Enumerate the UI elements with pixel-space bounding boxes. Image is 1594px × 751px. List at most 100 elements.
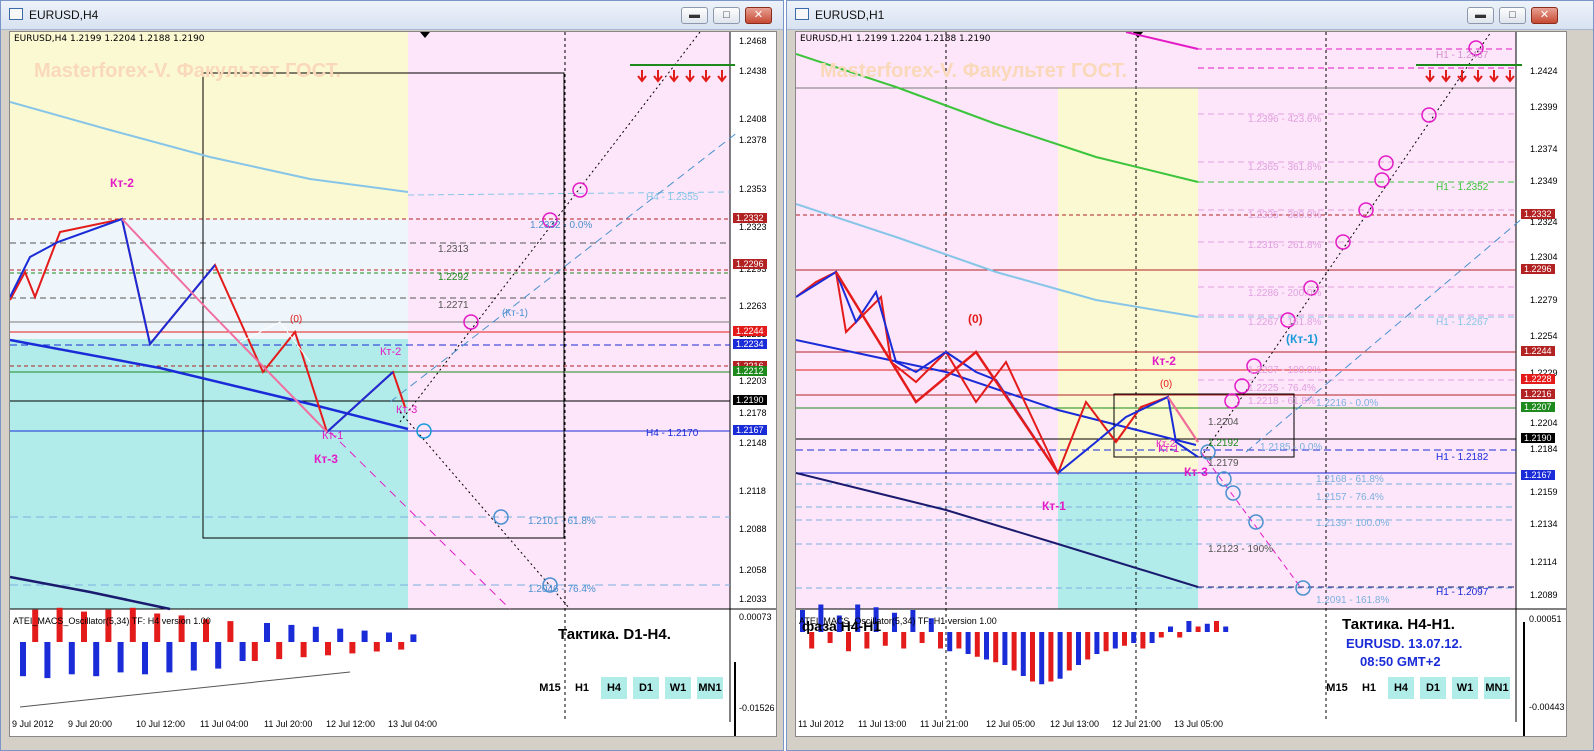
price-tick-label: 1.2178 bbox=[739, 408, 767, 418]
histogram-bar bbox=[1149, 632, 1155, 643]
chart-annotation: 1.2313 bbox=[438, 244, 469, 255]
histogram-bar bbox=[956, 632, 962, 649]
indicator-tick-label: 0.00073 bbox=[739, 612, 772, 622]
histogram-bar bbox=[1158, 632, 1164, 638]
chart-annotation: 1.2332 - 0.0% bbox=[530, 220, 593, 231]
price-level-badge: 1.2212 bbox=[733, 366, 767, 376]
minimize-button[interactable]: ▬ bbox=[681, 7, 708, 24]
price-tick-label: 1.2114 bbox=[1530, 557, 1557, 567]
time-tick-label: 11 Jul 04:00 bbox=[200, 719, 249, 729]
wave-label: Кт-1 bbox=[1158, 443, 1180, 455]
price-level-badge: 1.2216 bbox=[1521, 389, 1555, 399]
histogram-bar bbox=[1177, 632, 1183, 638]
fib-level-label: (Кт-1) bbox=[1286, 332, 1318, 346]
price-level-badge: 1.2190 bbox=[1521, 433, 1555, 443]
right-chart-window: EURUSD,H1 ▬ □ ✕ EURUSD,H1 1.2199 1.2204 … bbox=[786, 0, 1594, 751]
time-tick-label: 13 Jul 04:00 bbox=[388, 719, 438, 729]
minimize-button[interactable]: ▬ bbox=[1467, 7, 1494, 24]
price-level-badge: 1.2167 bbox=[733, 425, 767, 435]
fib-level-label: 1.2396 - 423.6% bbox=[1248, 114, 1322, 125]
close-button[interactable]: ✕ bbox=[745, 7, 772, 24]
price-tick-label: 1.2088 bbox=[739, 524, 767, 534]
close-button[interactable]: ✕ bbox=[1531, 7, 1558, 24]
fib-level-label: 1.2365 - 361.8% bbox=[1248, 162, 1322, 173]
histogram-bar bbox=[410, 634, 417, 642]
wave-label: Кт-1 bbox=[1042, 499, 1066, 513]
right-symbol-info: EURUSD,H1 1.2199 1.2204 1.2188 1.2190 bbox=[800, 34, 991, 44]
histogram-bar bbox=[974, 632, 980, 657]
histogram-bar bbox=[386, 632, 392, 642]
histogram-bar bbox=[1122, 632, 1127, 646]
histogram-bar bbox=[1168, 626, 1173, 632]
histogram-bar bbox=[1131, 632, 1137, 643]
price-tick-label: 1.2279 bbox=[1530, 295, 1558, 305]
timeframe-button-h4[interactable]: H4 bbox=[601, 677, 627, 699]
histogram-bar bbox=[166, 642, 173, 673]
fib-level-label: 1.2218 - 61.8% bbox=[1248, 396, 1316, 407]
right-window-title: EURUSD,H1 bbox=[815, 8, 885, 22]
timeframe-button-h4[interactable]: H4 bbox=[1388, 677, 1414, 699]
right-watermark: Masterforex-V. Факультет ГОСТ. bbox=[820, 60, 1128, 82]
maximize-button[interactable]: □ bbox=[1499, 7, 1526, 24]
histogram-bar bbox=[1186, 621, 1192, 632]
left-window-title: EURUSD,H4 bbox=[29, 8, 99, 22]
histogram-bar bbox=[809, 632, 815, 649]
fib-level-label: 1.2123 - 190% bbox=[1208, 544, 1274, 555]
right-titlebar[interactable]: EURUSD,H1 ▬ □ ✕ bbox=[787, 1, 1593, 30]
timeframe-button-m15[interactable]: M15 bbox=[537, 677, 563, 699]
histogram-bar bbox=[398, 642, 405, 650]
fib-level-label: 1.2139 - 100.0% bbox=[1316, 518, 1390, 529]
wave-label: Кт-2 bbox=[1152, 354, 1176, 368]
fib-level-label: 1.2185 - 0.0% bbox=[1260, 442, 1323, 453]
chart-annotation: H4 - 1.2355 bbox=[646, 192, 699, 203]
price-tick-label: 1.2203 bbox=[739, 376, 767, 386]
time-tick-label: 12 Jul 05:00 bbox=[986, 719, 1036, 729]
timeframe-button-m15[interactable]: M15 bbox=[1324, 677, 1350, 699]
histogram-bar bbox=[117, 642, 124, 673]
bg-cyan-zone bbox=[1058, 473, 1198, 609]
histogram-bar bbox=[1094, 632, 1100, 654]
histogram-bar bbox=[227, 621, 234, 642]
left-tactic-title: Тактика. D1-H4. bbox=[558, 626, 671, 643]
timeframe-button-mn1[interactable]: MN1 bbox=[697, 677, 723, 699]
histogram-bar bbox=[1011, 632, 1017, 671]
histogram-bar bbox=[993, 632, 999, 663]
timeframe-button-mn1[interactable]: MN1 bbox=[1484, 677, 1510, 699]
price-tick-label: 1.2424 bbox=[1530, 66, 1558, 76]
chart-annotation: 1.2101 - 61.8% bbox=[528, 516, 596, 527]
price-tick-label: 1.2374 bbox=[1530, 144, 1558, 154]
histogram-bar bbox=[938, 632, 943, 649]
time-tick-label: 12 Jul 13:00 bbox=[1050, 719, 1100, 729]
timeframe-button-h1[interactable]: H1 bbox=[1356, 677, 1382, 699]
wave-label: Кт-3 bbox=[1184, 465, 1208, 479]
histogram-bar bbox=[1214, 621, 1219, 632]
timeframe-button-d1[interactable]: D1 bbox=[1420, 677, 1446, 699]
wave-label: Кт-2 bbox=[380, 346, 402, 358]
left-titlebar[interactable]: EURUSD,H4 ▬ □ ✕ bbox=[1, 1, 783, 30]
fib-level-label: 1.2192 bbox=[1208, 438, 1239, 449]
price-tick-label: 1.2159 bbox=[1530, 487, 1558, 497]
timeframe-button-w1[interactable]: W1 bbox=[1452, 677, 1478, 699]
price-tick-label: 1.2058 bbox=[739, 565, 767, 575]
histogram-bar bbox=[361, 630, 368, 642]
timeframe-button-w1[interactable]: W1 bbox=[665, 677, 691, 699]
fib-level-label: (0) bbox=[1160, 379, 1173, 390]
left-watermark: Masterforex-V. Факультет ГОСТ. bbox=[34, 60, 342, 82]
histogram-bar bbox=[984, 632, 989, 660]
histogram-bar bbox=[190, 642, 197, 671]
right-chart-canvas[interactable]: EURUSD,H1 1.2199 1.2204 1.2188 1.2190 Ma… bbox=[795, 31, 1567, 737]
maximize-button[interactable]: □ bbox=[713, 7, 740, 24]
histogram-bar bbox=[373, 642, 380, 652]
price-tick-label: 1.2184 bbox=[1530, 444, 1558, 454]
left-chart-canvas[interactable]: EURUSD,H4 1.2199 1.2204 1.2188 1.2190 Ma… bbox=[9, 31, 777, 737]
time-tick-label: 11 Jul 2012 bbox=[798, 719, 844, 729]
chart-annotation: 1.2271 bbox=[438, 300, 469, 311]
price-tick-label: 1.2118 bbox=[739, 486, 766, 496]
timeframe-button-h1[interactable]: H1 bbox=[569, 677, 595, 699]
right-subtitle-date: EURUSD. 13.07.12. bbox=[1346, 636, 1463, 651]
timeframe-button-d1[interactable]: D1 bbox=[633, 677, 659, 699]
wave-label: Кт-3 bbox=[314, 452, 338, 466]
histogram-bar bbox=[947, 632, 953, 652]
time-tick-label: 11 Jul 13:00 bbox=[858, 719, 907, 729]
histogram-bar bbox=[1204, 623, 1210, 632]
